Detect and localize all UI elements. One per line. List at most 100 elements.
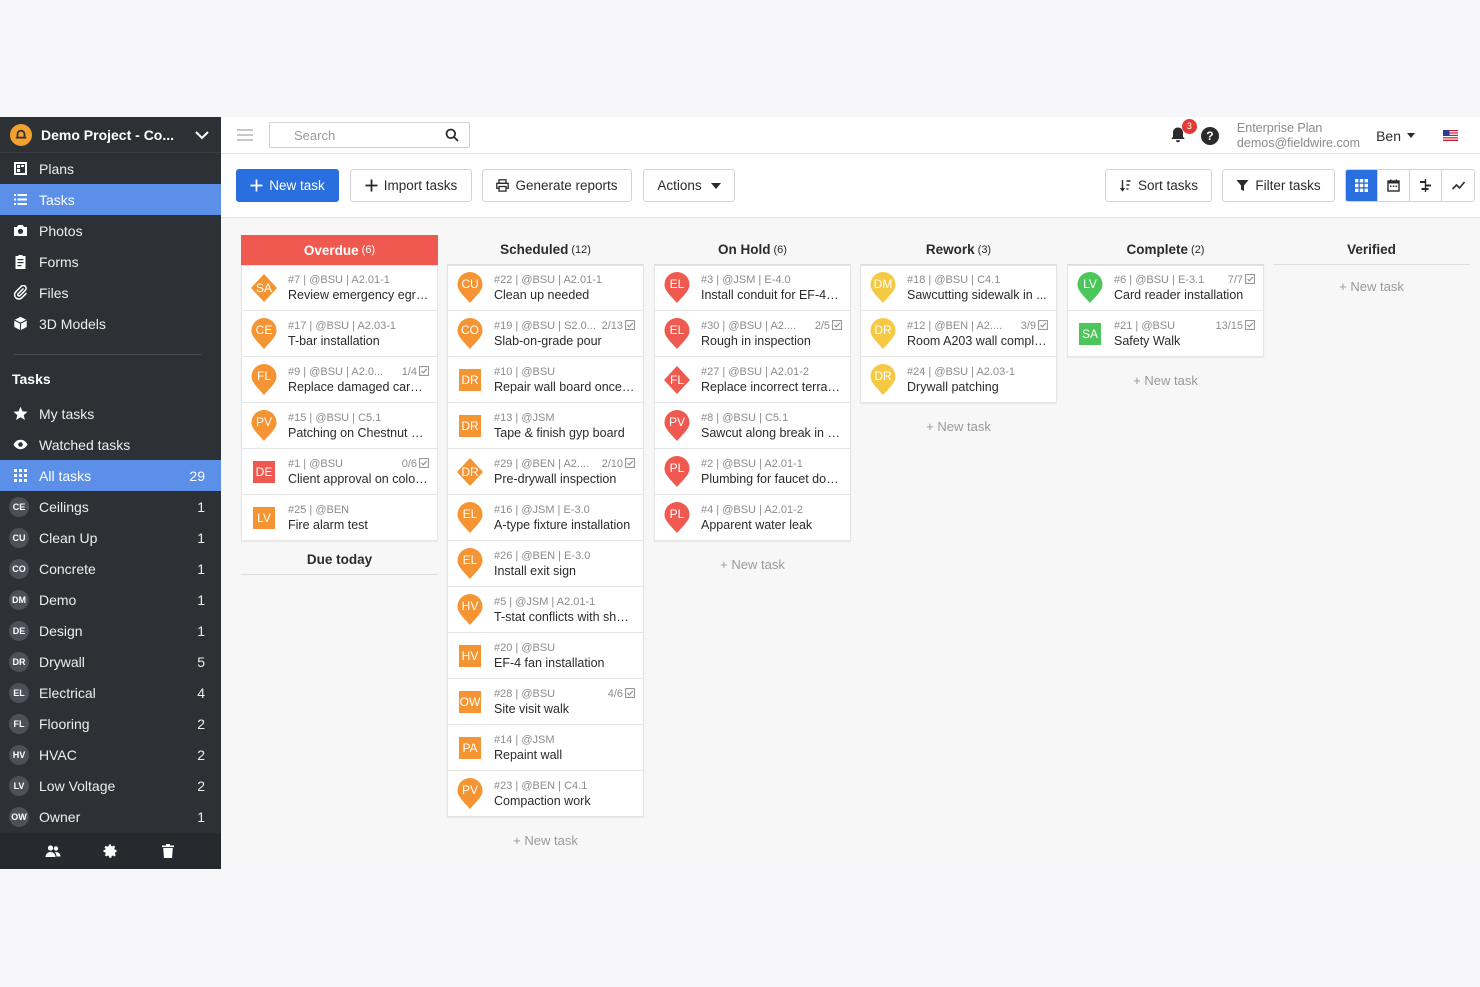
- task-card[interactable]: DR #10 | @BSU Repair wall board once t...: [447, 357, 644, 403]
- task-card[interactable]: EL #16 | @JSM | E-3.0 A-type fixture insta…: [447, 495, 644, 541]
- analytics-view-button[interactable]: [1442, 170, 1474, 201]
- checkbox-icon: [623, 457, 635, 470]
- task-filter-watched-tasks[interactable]: Watched tasks: [0, 429, 221, 460]
- new-task-label: New task: [269, 178, 325, 193]
- task-id: #8 | @BSU | C5.1: [701, 411, 789, 424]
- task-card[interactable]: EL #26 | @BEN | E-3.0 Install exit sign: [447, 541, 644, 587]
- task-title: Patching on Chestnut St...: [288, 425, 429, 440]
- task-card[interactable]: EL #3 | @JSM | E-4.0 Install conduit for E…: [654, 265, 851, 311]
- new-task-link[interactable]: + New task: [447, 833, 644, 848]
- nav-label: Watched tasks: [39, 436, 131, 453]
- trash-icon[interactable]: [160, 843, 176, 859]
- task-card[interactable]: LV #6 | @BSU | E-3.1 7/7 Card reader instal…: [1067, 265, 1264, 311]
- us-flag-icon[interactable]: [1443, 130, 1458, 141]
- actions-dropdown[interactable]: Actions: [643, 169, 735, 202]
- task-card[interactable]: PV #8 | @BSU | C5.1 Sawcut along break in …: [654, 403, 851, 449]
- task-card[interactable]: DR #24 | @BSU | A2.03-1 Drywall patching: [860, 357, 1057, 403]
- category-count: 5: [197, 653, 205, 670]
- category-concrete[interactable]: CO Concrete 1: [0, 553, 221, 584]
- calendar-view-button[interactable]: [1378, 170, 1410, 201]
- search-input[interactable]: Search: [269, 122, 470, 148]
- new-task-link[interactable]: + New task: [860, 419, 1057, 434]
- category-owner[interactable]: OW Owner 1: [0, 801, 221, 832]
- sidebar-divider: [14, 354, 201, 355]
- task-card[interactable]: DE #1 | @BSU 0/6 Client approval on color .…: [241, 449, 438, 495]
- category-design[interactable]: DE Design 1: [0, 615, 221, 646]
- task-card[interactable]: LV #25 | @BEN Fire alarm test: [241, 495, 438, 541]
- task-card[interactable]: PV #15 | @BSU | C5.1 Patching on Chestnut …: [241, 403, 438, 449]
- category-ceilings[interactable]: CE Ceilings 1: [0, 491, 221, 522]
- task-card-body: #9 | @BSU | A2.0... 1/4 Replace damaged ca…: [288, 366, 437, 394]
- task-card[interactable]: CU #22 | @BSU | A2.01-1 Clean up needed: [447, 265, 644, 311]
- task-title: Sawcutting sidewalk in ...: [907, 288, 1047, 302]
- category-low-voltage[interactable]: LV Low Voltage 2: [0, 770, 221, 801]
- project-selector[interactable]: Demo Project - Co...: [0, 117, 221, 153]
- task-card-body: #21 | @BSU 13/15 Safety Walk: [1114, 320, 1263, 348]
- category-count: 2: [197, 715, 205, 732]
- new-task-link[interactable]: + New task: [1067, 373, 1264, 388]
- task-title: Replace incorrect terraz...: [701, 379, 842, 394]
- board-view-button[interactable]: [1346, 170, 1378, 201]
- filter-tasks-button[interactable]: Filter tasks: [1222, 169, 1335, 202]
- category-drywall[interactable]: DR Drywall 5: [0, 646, 221, 677]
- task-card[interactable]: DR #13 | @JSM Tape & finish gyp board: [447, 403, 644, 449]
- checklist-count: 4/6: [607, 687, 623, 700]
- task-card[interactable]: EL #30 | @BSU | A2.... 2/5 Rough in inspect…: [654, 311, 851, 357]
- new-task-link[interactable]: + New task: [654, 557, 851, 572]
- task-card[interactable]: HV #20 | @BSU EF-4 fan installation: [447, 633, 644, 679]
- new-task-link[interactable]: + New task: [1273, 279, 1470, 294]
- category-flooring[interactable]: FL Flooring 2: [0, 708, 221, 739]
- category-demo[interactable]: DM Demo 1: [0, 584, 221, 615]
- task-card[interactable]: PV #23 | @BEN | C4.1 Compaction work: [447, 771, 644, 817]
- category-clean-up[interactable]: CU Clean Up 1: [0, 522, 221, 553]
- task-id: #15 | @BSU | C5.1: [288, 411, 382, 424]
- category-count: 1: [197, 591, 205, 608]
- new-task-button[interactable]: New task: [236, 169, 339, 202]
- generate-reports-button[interactable]: Generate reports: [482, 169, 632, 202]
- task-card[interactable]: PA #14 | @JSM Repaint wall: [447, 725, 644, 771]
- task-card[interactable]: SA #21 | @BSU 13/15 Safety Walk: [1067, 311, 1264, 357]
- notifications-button[interactable]: 3: [1169, 118, 1197, 146]
- task-filter-my-tasks[interactable]: My tasks: [0, 398, 221, 429]
- sidebar-item-plans[interactable]: Plans: [0, 153, 221, 184]
- filter-tasks-label: Filter tasks: [1255, 178, 1321, 193]
- task-title: T-bar installation: [288, 333, 380, 348]
- task-card[interactable]: FL #9 | @BSU | A2.0... 1/4 Replace damaged …: [241, 357, 438, 403]
- gear-icon[interactable]: [102, 843, 118, 859]
- sort-tasks-button[interactable]: Sort tasks: [1105, 169, 1212, 202]
- help-icon[interactable]: ?: [1200, 126, 1219, 145]
- task-card[interactable]: PL #2 | @BSU | A2.01-1 Plumbing for faucet…: [654, 449, 851, 495]
- task-meta: #28 | @BSU 4/6: [494, 688, 635, 700]
- import-tasks-button[interactable]: Import tasks: [350, 169, 472, 202]
- task-card[interactable]: DR #29 | @BEN | A2.... 2/10 Pre-drywall ins…: [447, 449, 644, 495]
- sidebar-item-photos[interactable]: Photos: [0, 215, 221, 246]
- task-card[interactable]: OW #28 | @BSU 4/6 Site visit walk: [447, 679, 644, 725]
- task-card[interactable]: DR #12 | @BEN | A2.... 3/9 Room A203 wall c…: [860, 311, 1057, 357]
- hamburger-menu-icon[interactable]: [237, 129, 253, 141]
- user-menu[interactable]: Ben: [1376, 128, 1415, 144]
- task-meta: #19 | @BSU | S2.0... 2/13: [494, 320, 635, 332]
- task-meta: #27 | @BSU | A2.01-2: [701, 366, 842, 378]
- task-filter-all-tasks[interactable]: All tasks 29: [0, 460, 221, 491]
- task-card[interactable]: HV #5 | @JSM | A2.01-1 T-stat conflicts wi…: [447, 587, 644, 633]
- sidebar-item-3d-models[interactable]: 3D Models: [0, 308, 221, 339]
- sidebar-item-forms[interactable]: Forms: [0, 246, 221, 277]
- users-icon[interactable]: [45, 843, 61, 859]
- task-card[interactable]: SA #7 | @BSU | A2.01-1 Review emergency eg…: [241, 265, 438, 311]
- chevron-down-icon[interactable]: [193, 126, 211, 144]
- task-card[interactable]: PL #4 | @BSU | A2.01-2 Apparent water leak: [654, 495, 851, 541]
- sidebar-item-files[interactable]: Files: [0, 277, 221, 308]
- category-hvac[interactable]: HV HVAC 2: [0, 739, 221, 770]
- gantt-view-button[interactable]: [1410, 170, 1442, 201]
- task-card[interactable]: CE #17 | @BSU | A2.03-1 T-bar installation: [241, 311, 438, 357]
- task-card-body: #29 | @BEN | A2.... 2/10 Pre-drywall inspe…: [494, 458, 643, 486]
- column-title: On Hold: [718, 242, 771, 257]
- category-count: 1: [197, 622, 205, 639]
- task-card-body: #24 | @BSU | A2.03-1 Drywall patching: [907, 366, 1056, 394]
- task-card[interactable]: CO #19 | @BSU | S2.0... 2/13 Slab-on-grade …: [447, 311, 644, 357]
- task-card[interactable]: FL #27 | @BSU | A2.01-2 Replace incorrect …: [654, 357, 851, 403]
- sidebar-item-tasks[interactable]: Tasks: [0, 184, 221, 215]
- category-electrical[interactable]: EL Electrical 4: [0, 677, 221, 708]
- task-meta: #9 | @BSU | A2.0... 1/4: [288, 366, 429, 378]
- task-card[interactable]: DM #18 | @BSU | C4.1 Sawcutting sidewalk i…: [860, 265, 1057, 311]
